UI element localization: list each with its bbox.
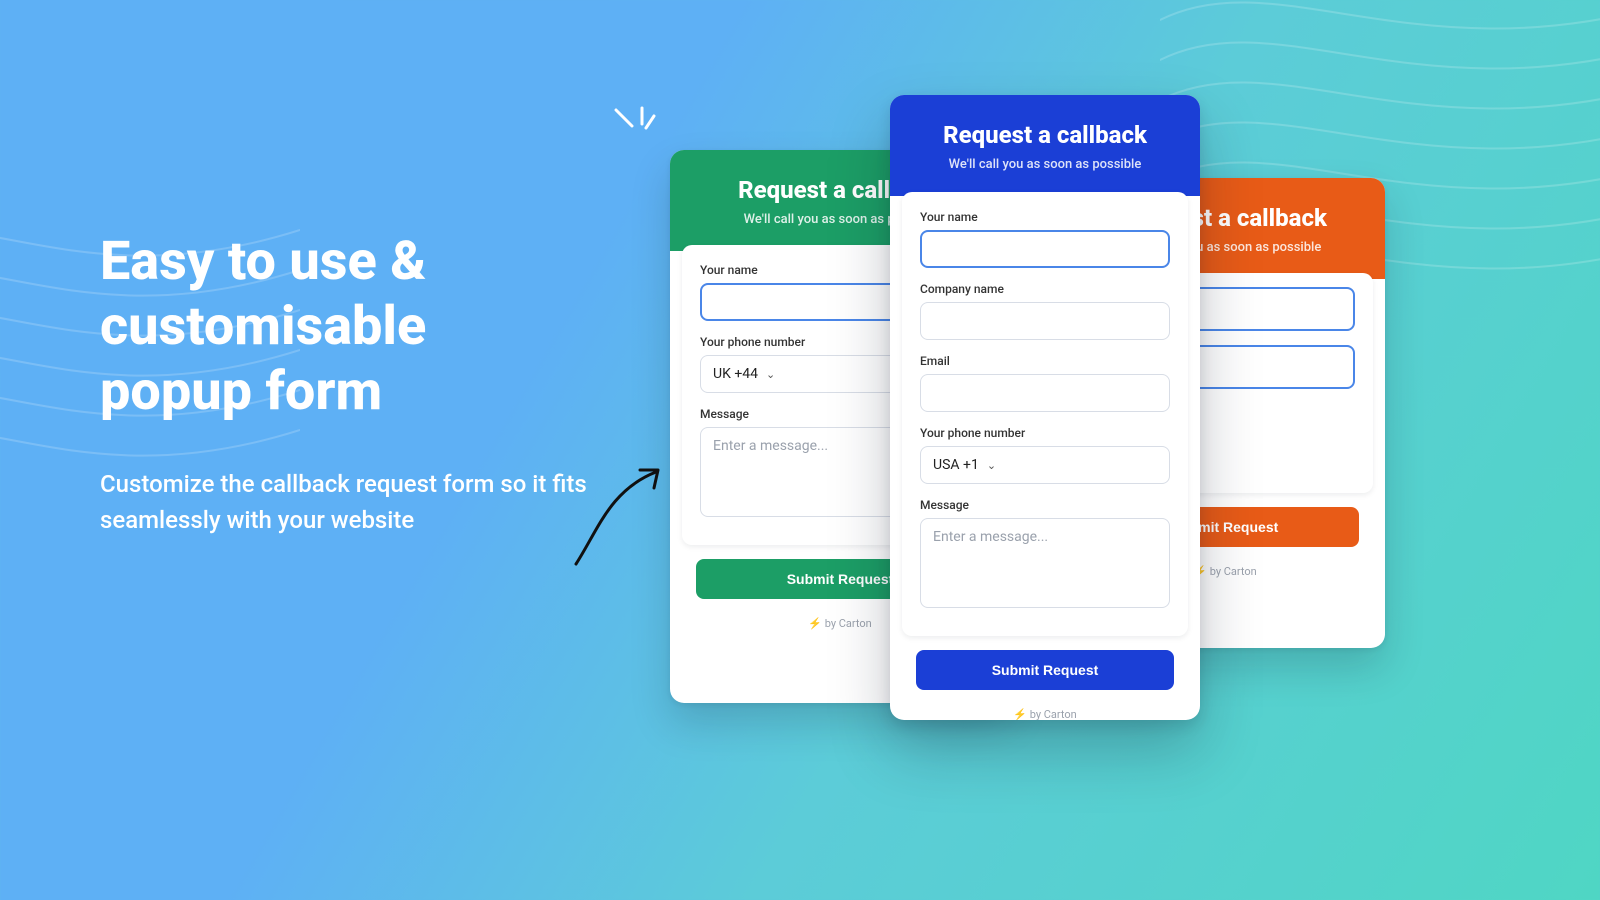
label-company: Company name <box>920 282 1170 296</box>
label-email: Email <box>920 354 1170 368</box>
popup-card-blue: Request a callback We'll call you as soo… <box>890 95 1200 720</box>
message-textarea[interactable] <box>920 518 1170 608</box>
label-message: Message <box>920 498 1170 512</box>
bolt-icon: ⚡ <box>1013 708 1027 720</box>
label-your-name: Your name <box>920 210 1170 224</box>
phone-selected-value: UK +44 <box>713 366 758 382</box>
bolt-icon: ⚡ <box>808 617 822 630</box>
chevron-down-icon: ⌄ <box>766 368 775 381</box>
email-input[interactable] <box>920 374 1170 412</box>
popup-subtitle: We'll call you as soon as possible <box>912 157 1178 172</box>
chevron-down-icon: ⌄ <box>987 459 996 472</box>
phone-selected-value: USA +1 <box>933 457 979 473</box>
phone-country-select[interactable]: USA +1 ⌄ <box>920 446 1170 484</box>
company-name-input[interactable] <box>920 302 1170 340</box>
byline: ⚡ by Carton <box>890 700 1200 720</box>
label-phone: Your phone number <box>920 426 1170 440</box>
popup-title: Request a callback <box>912 121 1178 149</box>
submit-request-button[interactable]: Submit Request <box>916 650 1174 690</box>
your-name-input[interactable] <box>920 230 1170 268</box>
